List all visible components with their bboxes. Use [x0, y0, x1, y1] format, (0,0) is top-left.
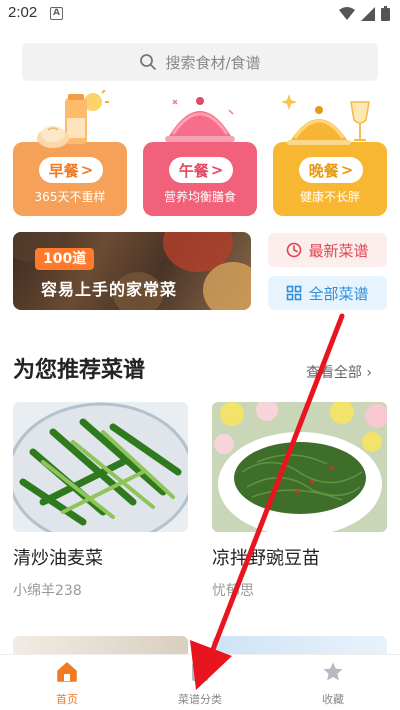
- chevron-right-icon: >: [80, 161, 94, 179]
- search-icon: [140, 54, 157, 70]
- book-icon: [192, 663, 208, 681]
- star-icon: [323, 662, 343, 681]
- lunch-button: 午餐 >: [169, 157, 233, 183]
- breakfast-label: 早餐: [48, 161, 79, 180]
- view-all-label: 查看全部: [305, 365, 362, 381]
- recipe-author: 小绵羊238: [13, 583, 82, 599]
- dinner-button: 晚餐 >: [299, 157, 363, 183]
- recipe-name: 凉拌野豌豆苗: [212, 548, 320, 569]
- lunch-label: 午餐: [178, 161, 209, 180]
- status-time: 2:02: [8, 4, 38, 21]
- chevron-right-icon: ›: [366, 365, 372, 381]
- dinner-subtitle: 健康不长胖: [299, 190, 360, 204]
- all-recipes-button[interactable]: 全部菜谱: [268, 276, 387, 310]
- dinner-illustration-icon: [281, 94, 370, 145]
- recipe-image: [13, 402, 188, 532]
- home-cooking-banner[interactable]: 100道 容易上手的家常菜: [13, 232, 251, 310]
- recipe-author: 忧郁思: [212, 583, 254, 599]
- tab-home[interactable]: 首页: [17, 661, 117, 707]
- status-icons: [339, 6, 390, 21]
- wifi-icon: [339, 7, 355, 20]
- lunch-card[interactable]: 午餐 > 营养均衡膳食: [143, 90, 257, 216]
- stir-fried-lettuce-image: [13, 402, 188, 532]
- recipe-card[interactable]: 凉拌野豌豆苗 忧郁思: [212, 402, 387, 600]
- breakfast-subtitle: 365天不重样: [34, 190, 106, 204]
- clock-icon: [287, 242, 302, 258]
- home-icon: [57, 662, 77, 682]
- pea-sprouts-salad-image: [212, 402, 387, 532]
- recipe-name: 清炒油麦菜: [13, 548, 103, 569]
- breakfast-illustration-icon: [37, 90, 109, 148]
- battery-icon: [381, 6, 390, 21]
- section-title: 为您推荐菜谱: [13, 358, 146, 383]
- latest-recipes-button[interactable]: 最新菜谱: [268, 233, 387, 267]
- status-bar: 2:02 A: [0, 0, 400, 28]
- lunch-subtitle: 营养均衡膳食: [163, 190, 236, 204]
- breakfast-button: 早餐 >: [39, 157, 103, 183]
- search-bar[interactable]: 搜索食材/食谱: [22, 43, 378, 81]
- signal-icon: [361, 6, 375, 21]
- dinner-label: 晚餐: [308, 161, 339, 180]
- bottom-tab-bar: 首页 菜谱分类 收藏: [0, 654, 400, 710]
- recipe-image: [212, 402, 387, 532]
- view-all-link[interactable]: 查看全部 ›: [306, 362, 372, 382]
- search-placeholder: 搜索食材/食谱: [165, 53, 261, 72]
- tab-favorites-label: 收藏: [322, 693, 344, 706]
- recipe-card-peek[interactable]: [13, 636, 188, 656]
- tab-category-label: 菜谱分类: [178, 693, 222, 706]
- notification-icon: A: [50, 7, 63, 20]
- dinner-card[interactable]: 晚餐 > 健康不长胖: [273, 90, 387, 216]
- banner-badge: 100道: [35, 248, 95, 270]
- recipe-card-peek[interactable]: [212, 636, 387, 656]
- breakfast-card[interactable]: 早餐 > 365天不重样: [13, 90, 127, 216]
- latest-recipes-label: 最新菜谱: [308, 241, 369, 260]
- grid-icon: [287, 285, 302, 301]
- banner-title: 容易上手的家常菜: [41, 280, 178, 299]
- all-recipes-label: 全部菜谱: [308, 284, 369, 303]
- tab-home-label: 首页: [56, 693, 78, 706]
- chevron-right-icon: >: [340, 161, 354, 179]
- tab-category[interactable]: 菜谱分类: [150, 661, 250, 707]
- recipe-card[interactable]: 清炒油麦菜 小绵羊238: [13, 402, 188, 600]
- lunch-illustration-icon: [165, 97, 235, 142]
- tab-favorites[interactable]: 收藏: [283, 661, 383, 707]
- chevron-right-icon: >: [210, 161, 224, 179]
